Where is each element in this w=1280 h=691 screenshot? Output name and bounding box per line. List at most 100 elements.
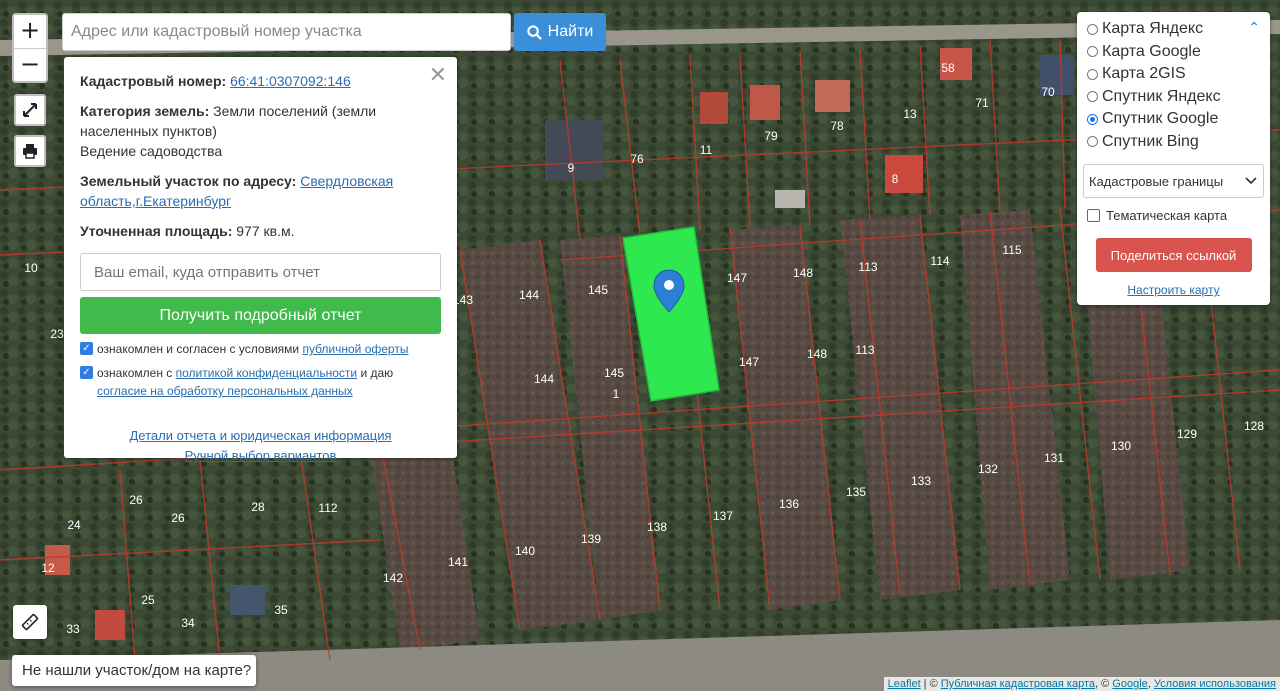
parcel-number-label: 115 <box>1002 243 1021 257</box>
consent-offer-text: ознакомлен и согласен с условиями <box>97 342 300 356</box>
search-input[interactable] <box>62 13 511 51</box>
parcel-number-label: 128 <box>1244 419 1264 433</box>
attribution: Leaflet | © Публичная кадастровая карта,… <box>883 677 1280 691</box>
parcel-number-label: 79 <box>764 129 778 143</box>
consent-privacy-text-b: и даю <box>360 366 394 380</box>
search-button-label: Найти <box>547 23 594 40</box>
fullscreen-button[interactable] <box>14 94 46 126</box>
address-row: Земельный участок по адресу: Свердловска… <box>80 171 441 211</box>
parcel-number-label: 34 <box>181 616 195 630</box>
parcel-number-label: 133 <box>911 474 931 488</box>
search-icon <box>527 24 542 40</box>
parcel-number-label: 113 <box>858 260 877 274</box>
basemap-option[interactable]: Спутник Bing <box>1087 131 1260 154</box>
basemap-option[interactable]: Спутник Google <box>1087 108 1260 131</box>
email-field[interactable] <box>80 253 441 291</box>
print-button[interactable] <box>14 135 46 167</box>
parcel-number-label: 12 <box>41 561 55 575</box>
basemap-option[interactable]: Карта Яндекс <box>1087 18 1260 41</box>
parcel-info-popup: ✕ Кадастровый номер: 66:41:0307092:146 К… <box>64 57 457 463</box>
manual-selection-link[interactable]: Ручной выбор вариантов <box>185 448 337 463</box>
configure-map-link[interactable]: Настроить карту <box>1127 283 1219 297</box>
data-processing-link[interactable]: согласие на обработку персональных данны… <box>97 384 353 398</box>
close-icon[interactable]: ✕ <box>429 63 447 88</box>
parcel-number-label: 145 <box>588 283 608 297</box>
chevron-down-icon <box>1245 177 1257 185</box>
google-link[interactable]: Google <box>1112 678 1147 690</box>
radio-button[interactable] <box>1087 91 1098 103</box>
parcel-number-label: 11 <box>700 143 713 157</box>
cadastral-number-link[interactable]: 66:41:0307092:146 <box>230 73 351 89</box>
ruler-icon <box>21 613 39 631</box>
parcel-number-label: 10 <box>24 261 38 275</box>
parcel-number-label: 114 <box>930 254 949 268</box>
radio-button[interactable] <box>1087 113 1098 125</box>
parcel-number-label: 9 <box>568 161 575 175</box>
land-category-label: Категория земель: <box>80 103 210 119</box>
public-offer-link[interactable]: публичной оферты <box>302 342 408 356</box>
leaflet-link[interactable]: Leaflet <box>888 678 921 690</box>
parcel-number-label: 139 <box>581 532 601 546</box>
parcel-number-label: 23 <box>50 327 64 341</box>
parcel-number-label: 113 <box>855 343 874 357</box>
address-label: Земельный участок по адресу: <box>80 173 297 189</box>
radio-button[interactable] <box>1087 23 1098 35</box>
parcel-number-label: 148 <box>807 347 827 361</box>
terms-link[interactable]: Условия использования <box>1154 678 1276 690</box>
land-use-value: Ведение садоводства <box>80 143 223 159</box>
thematic-map-toggle[interactable]: Тематическая карта <box>1087 208 1260 223</box>
pkk-link[interactable]: Публичная кадастровая карта <box>941 678 1095 690</box>
basemap-option-label: Спутник Bing <box>1102 132 1199 150</box>
parcel-number-label: 26 <box>129 493 143 507</box>
parcel-number-label: 145 <box>604 366 624 380</box>
parcel-number-label: 8 <box>892 172 899 186</box>
radio-button[interactable] <box>1087 68 1098 80</box>
popup-links: Детали отчета и юридическая информация Р… <box>80 426 441 466</box>
overlay-select-value: Кадастровые границы <box>1089 173 1224 189</box>
radio-button[interactable] <box>1087 136 1098 148</box>
printer-icon <box>23 144 37 159</box>
area-label: Уточненная площадь: <box>80 223 233 239</box>
parcel-number-label: 112 <box>318 501 337 515</box>
cadastral-number-row: Кадастровый номер: 66:41:0307092:146 <box>80 71 441 91</box>
attribution-separator: | © <box>920 678 941 690</box>
parcel-number-label: 141 <box>448 555 468 569</box>
basemap-option-label: Карта Яндекс <box>1102 20 1204 38</box>
overlay-select[interactable]: Кадастровые границы <box>1083 164 1264 198</box>
basemap-option[interactable]: Карта 2GIS <box>1087 63 1260 86</box>
area-row: Уточненная площадь: 977 кв.м. <box>80 221 441 241</box>
parcel-number-label: 130 <box>1111 439 1131 453</box>
not-found-button[interactable]: Не нашли участок/дом на карте? <box>12 655 256 686</box>
thematic-label: Тематическая карта <box>1106 208 1228 223</box>
cadastral-number-label: Кадастровый номер: <box>80 73 227 89</box>
offer-checkbox[interactable]: ✓ <box>80 342 93 355</box>
parcel-number-label: 137 <box>713 509 733 523</box>
parcel-number-label: 33 <box>66 622 80 636</box>
share-link-button[interactable]: Поделиться ссылкой <box>1095 238 1252 272</box>
thematic-checkbox[interactable] <box>1087 209 1100 222</box>
privacy-policy-link[interactable]: политикой конфиденциальности <box>176 366 357 380</box>
consent-privacy: ✓ ознакомлен с политикой конфиденциально… <box>80 364 441 400</box>
zoom-out-button[interactable]: − <box>14 49 46 82</box>
zoom-in-button[interactable]: + <box>14 15 46 49</box>
basemap-option[interactable]: Карта Google <box>1087 41 1260 64</box>
consent-privacy-text-a: ознакомлен с <box>97 366 173 380</box>
details-link[interactable]: Детали отчета и юридическая информация <box>129 428 391 443</box>
search-button[interactable]: Найти <box>514 13 606 51</box>
privacy-checkbox[interactable]: ✓ <box>80 366 93 379</box>
radio-button[interactable] <box>1087 46 1098 58</box>
parcel-number-label: 13 <box>903 107 917 121</box>
parcel-number-label: 144 <box>519 288 539 302</box>
parcel-number-label: 1 <box>613 387 620 401</box>
zoom-control: + − <box>12 13 48 83</box>
parcel-number-label: 78 <box>830 119 844 133</box>
parcel-number-label: 26 <box>171 511 185 525</box>
parcel-number-label: 129 <box>1177 427 1197 441</box>
measure-button[interactable] <box>13 605 47 639</box>
parcel-number-label: 76 <box>630 152 644 166</box>
basemap-option[interactable]: Спутник Яндекс <box>1087 86 1260 109</box>
expand-icon <box>23 103 37 117</box>
parcel-number-label: 135 <box>846 485 866 499</box>
get-report-button[interactable]: Получить подробный отчет <box>80 297 441 334</box>
chevron-up-icon[interactable]: ⌃ <box>1248 20 1260 36</box>
